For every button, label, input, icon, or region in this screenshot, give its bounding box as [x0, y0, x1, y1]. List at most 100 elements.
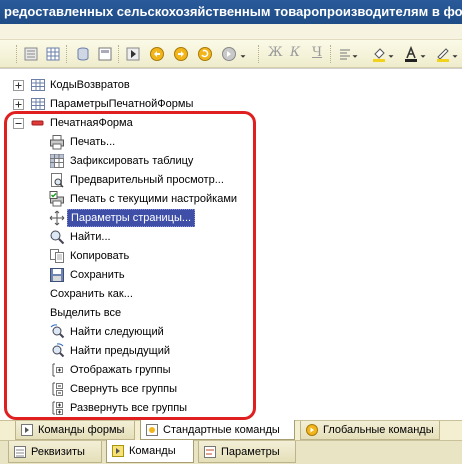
- command-save-as[interactable]: Сохранить как...: [0, 285, 300, 303]
- commands-icon: [111, 444, 125, 458]
- tab-label: Глобальные команды: [323, 424, 434, 436]
- command-page-setup[interactable]: Параметры страницы...: [0, 209, 300, 227]
- chevron-down-icon[interactable]: [418, 45, 428, 63]
- command-select-all[interactable]: Выделить все: [0, 304, 300, 322]
- tree-item-label: КодыВозвратов: [50, 79, 130, 91]
- page-setup-icon: [49, 210, 65, 226]
- collapse-minus-icon[interactable]: [13, 118, 24, 129]
- command-show-groups[interactable]: Отображать группы: [0, 361, 300, 379]
- bold-button[interactable]: Ж: [268, 45, 283, 60]
- command-label: Печать...: [70, 136, 116, 148]
- tree-item-label: ПечатнаяФорма: [50, 117, 133, 129]
- chevron-down-icon[interactable]: [450, 45, 460, 63]
- refresh-icon[interactable]: [196, 45, 214, 63]
- form-commands-icon: [20, 423, 34, 437]
- toolbar-separator: [118, 45, 119, 63]
- command-collapse-all-groups[interactable]: Свернуть все группы: [0, 380, 300, 398]
- command-find-next[interactable]: Найти следующий: [0, 323, 300, 341]
- tree-item-parametry-pechatnoy-formy[interactable]: ПараметрыПечатнойФормы: [0, 95, 300, 113]
- chevron-down-icon[interactable]: [386, 45, 396, 63]
- chevron-down-icon[interactable]: [350, 45, 360, 63]
- tab-standard-commands[interactable]: Стандартные команды: [140, 420, 295, 440]
- toolbar-separator: [330, 45, 331, 63]
- command-print-current[interactable]: Печать с текущими настройками: [0, 190, 300, 208]
- command-label-selected: Параметры страницы...: [67, 209, 196, 227]
- printer-icon: [49, 134, 65, 150]
- tree-item-pechatnaya-forma[interactable]: ПечатнаяФорма: [0, 114, 300, 132]
- command-label: Найти...: [70, 231, 111, 243]
- command-freeze-table[interactable]: Зафиксировать таблицу: [0, 152, 300, 170]
- command-label: Отображать группы: [70, 364, 171, 376]
- command-label: Печать с текущими настройками: [70, 193, 238, 205]
- preview-icon: [49, 172, 65, 188]
- find-prev-icon: [49, 343, 65, 359]
- window-title: редоставленных сельскохозяйственным това…: [0, 0, 462, 24]
- freeze-table-icon: [49, 153, 65, 169]
- database-icon[interactable]: [74, 45, 92, 63]
- command-label: Копировать: [70, 250, 130, 262]
- copy-icon: [49, 248, 65, 264]
- command-preview[interactable]: Предварительный просмотр...: [0, 171, 300, 189]
- save-icon: [49, 267, 65, 283]
- form-icon[interactable]: [96, 45, 114, 63]
- go-forward-icon[interactable]: [172, 45, 190, 63]
- tree-item-kody-vozvratov[interactable]: КодыВозвратов: [0, 76, 300, 94]
- minus-icon: [30, 115, 46, 131]
- show-groups-icon: [49, 362, 65, 378]
- global-commands-icon: [305, 423, 319, 437]
- command-label: Найти следующий: [70, 326, 164, 338]
- run-icon[interactable]: [124, 45, 142, 63]
- command-find[interactable]: Найти...: [0, 228, 300, 246]
- command-copy[interactable]: Копировать: [0, 247, 300, 265]
- tab-form-commands[interactable]: Команды формы: [15, 421, 135, 440]
- command-find-previous[interactable]: Найти предыдущий: [0, 342, 300, 360]
- toolbar: Ж К Ч: [0, 40, 462, 68]
- command-label: Зафиксировать таблицу: [70, 155, 194, 167]
- go-back-icon[interactable]: [148, 45, 166, 63]
- table-icon: [30, 77, 46, 93]
- command-label: Развернуть все группы: [70, 402, 188, 414]
- navigate-icon[interactable]: [220, 45, 238, 63]
- expand-plus-icon[interactable]: [13, 80, 24, 91]
- tab-label: Стандартные команды: [163, 423, 280, 436]
- tab-attributes[interactable]: Реквизиты: [8, 441, 102, 463]
- tab-label: Параметры: [221, 445, 280, 458]
- underline-button[interactable]: Ч: [312, 45, 322, 60]
- grid-icon[interactable]: [44, 45, 62, 63]
- expand-plus-icon[interactable]: [13, 99, 24, 110]
- command-label: Сохранить как...: [50, 288, 133, 300]
- toolbar-separator: [16, 45, 17, 63]
- print-checked-icon: [49, 191, 65, 207]
- tree-item-label: ПараметрыПечатнойФормы: [50, 98, 194, 110]
- tab-global-commands[interactable]: Глобальные команды: [300, 421, 440, 440]
- command-label: Предварительный просмотр...: [70, 174, 224, 186]
- properties-icon[interactable]: [22, 45, 40, 63]
- standard-commands-icon: [145, 423, 159, 437]
- title-spacer: [0, 24, 462, 40]
- editor-tabs: Реквизиты Команды Параметры: [0, 440, 462, 464]
- command-print[interactable]: Печать...: [0, 133, 300, 151]
- command-label: Выделить все: [50, 307, 122, 319]
- toolbar-separator: [258, 45, 259, 63]
- command-label: Свернуть все группы: [70, 383, 178, 395]
- parameters-icon: [203, 445, 217, 459]
- tab-commands[interactable]: Команды: [106, 440, 194, 463]
- command-label: Найти предыдущий: [70, 345, 170, 357]
- tab-label: Реквизиты: [31, 445, 85, 458]
- command-label: Сохранить: [70, 269, 125, 281]
- toolbar-separator: [66, 45, 67, 63]
- command-tabs: Команды формы Стандартные команды Глобал…: [0, 420, 462, 440]
- table-icon: [30, 96, 46, 112]
- chevron-down-icon[interactable]: [238, 45, 248, 63]
- tab-label: Команды формы: [38, 424, 125, 436]
- command-save[interactable]: Сохранить: [0, 266, 300, 284]
- command-expand-all-groups[interactable]: Развернуть все группы: [0, 399, 300, 417]
- find-next-icon: [49, 324, 65, 340]
- attributes-icon: [13, 445, 27, 459]
- italic-button[interactable]: К: [290, 45, 300, 60]
- expand-groups-icon: [49, 400, 65, 416]
- collapse-groups-icon: [49, 381, 65, 397]
- find-icon: [49, 229, 65, 245]
- tab-label: Команды: [129, 445, 176, 457]
- tab-parameters[interactable]: Параметры: [198, 441, 296, 463]
